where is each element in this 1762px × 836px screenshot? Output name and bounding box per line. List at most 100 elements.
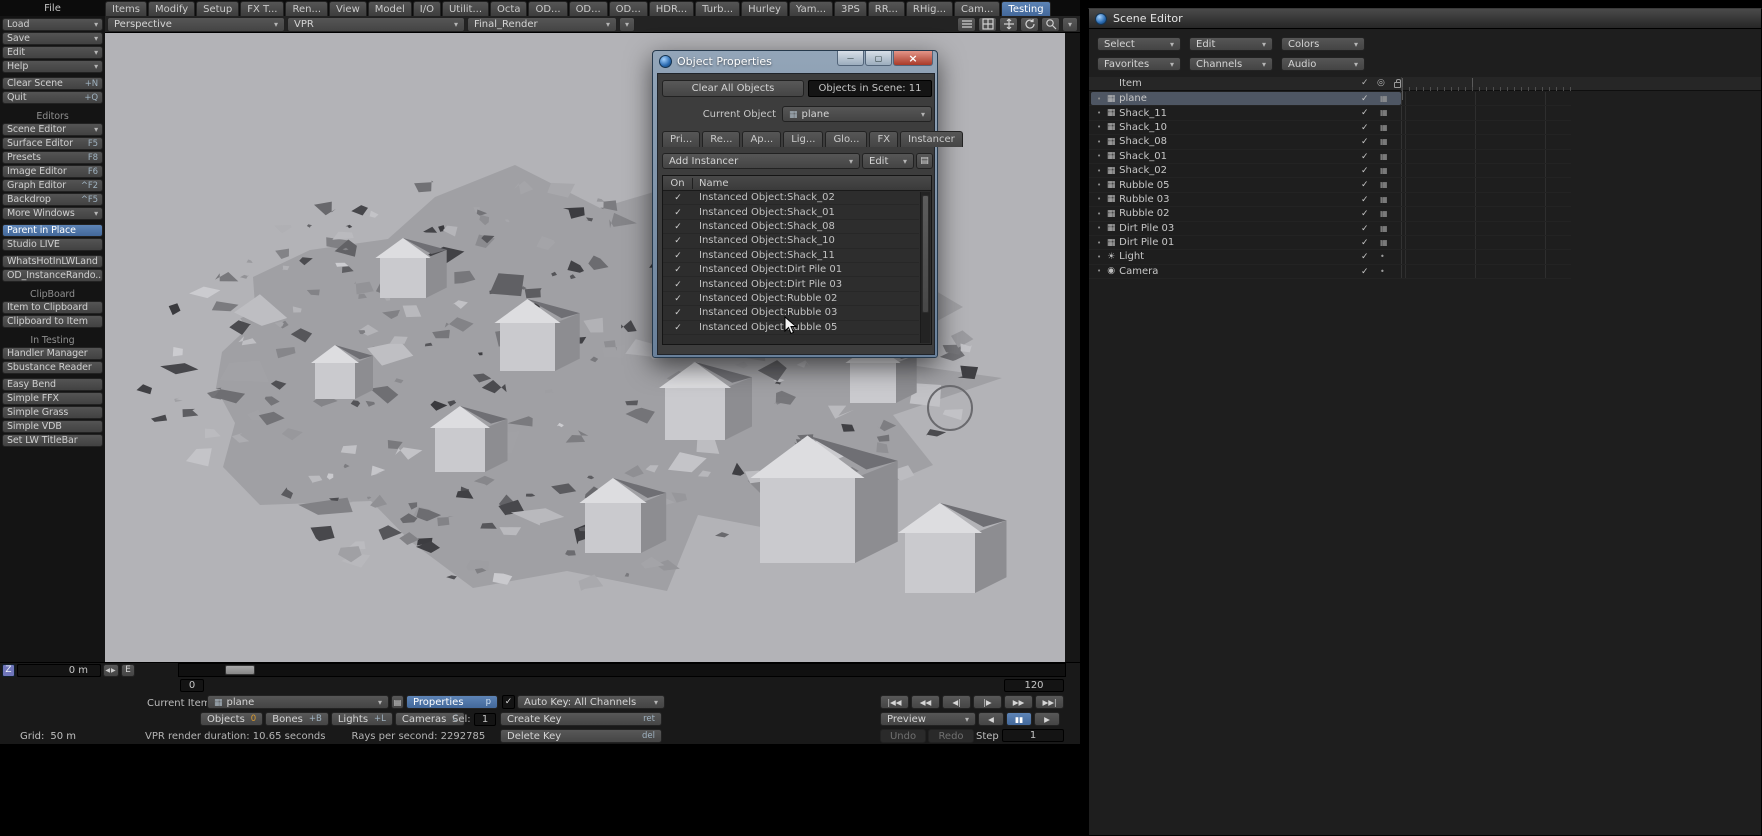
menu-tab[interactable]: Octa (490, 1, 528, 16)
scene-item-row[interactable]: • ▦ Rubble 05 ▦ (1089, 178, 1571, 193)
item-check-icon[interactable] (1361, 238, 1369, 248)
item-check-icon[interactable] (1361, 94, 1369, 104)
dialog-tab[interactable]: Ap... (742, 131, 782, 147)
enabled-check-icon[interactable] (663, 207, 693, 218)
previous-frame-button[interactable]: ◀| (942, 695, 971, 709)
sidebar-item[interactable]: Surface Editor F5 (2, 137, 103, 150)
sidebar-item[interactable]: Simple FFX (2, 392, 103, 405)
menu-tab[interactable]: Testing (1001, 1, 1051, 16)
item-timeline-cell[interactable] (1401, 106, 1571, 120)
enabled-check-icon[interactable] (663, 221, 693, 232)
expander-dot-icon[interactable]: • (1097, 167, 1101, 175)
enabled-check-icon[interactable] (663, 235, 693, 246)
item-check-icon[interactable] (1361, 108, 1369, 118)
frame-slider-track[interactable] (178, 663, 1066, 677)
sidebar-item[interactable]: Edit (2, 46, 103, 59)
scene-item-row[interactable]: • ▦ plane ▦ (1089, 92, 1571, 107)
menu-list-icon[interactable] (957, 16, 976, 32)
item-badge-icon[interactable]: ▦ (1380, 209, 1388, 218)
item-badge-icon[interactable]: ▦ (1380, 166, 1388, 175)
item-timeline-cell[interactable] (1401, 264, 1571, 279)
enabled-check-icon[interactable] (663, 264, 693, 275)
enabled-check-icon[interactable] (663, 322, 693, 333)
sidebar-item[interactable]: Help (2, 60, 103, 73)
view-mode-dropdown[interactable]: Perspective (107, 16, 285, 32)
item-check-icon[interactable] (1361, 152, 1369, 162)
menu-tab[interactable]: FX T... (240, 1, 285, 16)
expander-dot-icon[interactable]: • (1097, 138, 1101, 146)
menu-tab[interactable]: Model (367, 1, 412, 16)
menu-tab[interactable]: Cam... (954, 1, 1001, 16)
menu-tab[interactable]: OD... (568, 1, 608, 16)
render-target-dropdown[interactable]: Final_Render (467, 16, 617, 32)
item-timeline-cell[interactable] (1401, 149, 1571, 163)
expander-dot-icon[interactable]: • (1097, 267, 1101, 275)
dialog-title-bar[interactable]: Object Properties (653, 51, 937, 73)
sidebar-item[interactable]: Quit +Q (2, 91, 103, 104)
item-timeline-cell[interactable] (1401, 250, 1571, 264)
dialog-tab[interactable]: Pri... (662, 131, 701, 147)
sidebar-item[interactable]: Graph Editor ^F2 (2, 179, 103, 192)
scrollbar[interactable] (920, 192, 930, 343)
step-value-field[interactable]: 1 (1002, 729, 1064, 742)
item-badge-icon[interactable]: • (1380, 252, 1385, 261)
dialog-tab[interactable]: Glo... (825, 131, 868, 147)
instancer-row[interactable]: Instanced Object:Rubble 05 (663, 321, 919, 335)
auto-key-checkbox[interactable] (502, 695, 515, 709)
instancer-row[interactable]: Instanced Object:Shack_08 (663, 220, 919, 235)
envelope-button[interactable]: E (121, 663, 135, 677)
previous-keyframe-button[interactable]: ◀◀ (911, 695, 940, 709)
dialog-tab[interactable]: Lig... (783, 131, 824, 147)
sidebar-item[interactable]: OD_InstanceRando... (2, 269, 103, 282)
next-keyframe-button[interactable]: ▶▶ (1004, 695, 1033, 709)
pause-button[interactable]: ▮▮ (1006, 712, 1032, 726)
close-icon[interactable] (893, 51, 933, 66)
item-badge-icon[interactable]: ▦ (1380, 137, 1388, 146)
scene-item-row[interactable]: • ▦ Shack_11 ▦ (1089, 106, 1571, 121)
item-badge-icon[interactable]: ▦ (1380, 180, 1388, 189)
sidebar-item[interactable]: Clipboard to Item (2, 315, 103, 328)
sidebar-item[interactable]: Save (2, 32, 103, 45)
expander-dot-icon[interactable]: • (1097, 253, 1101, 261)
auto-key-dropdown[interactable]: Auto Key: All Channels (517, 695, 665, 709)
expander-dot-icon[interactable]: • (1097, 224, 1101, 232)
menu-tab[interactable]: 3PS (834, 1, 867, 16)
instancer-row[interactable]: Instanced Object:Shack_01 (663, 205, 919, 220)
minimize-icon[interactable] (837, 51, 864, 66)
sidebar-item[interactable]: More Windows (2, 207, 103, 220)
item-check-icon[interactable] (1361, 137, 1369, 147)
dialog-tab[interactable]: Instancer (900, 131, 963, 147)
item-check-icon[interactable] (1361, 180, 1369, 190)
redo-button[interactable]: Redo (928, 729, 974, 743)
expander-dot-icon[interactable]: • (1097, 123, 1101, 131)
move-cross-icon[interactable] (999, 16, 1018, 32)
scene-item-row[interactable]: • ▦ Dirt Pile 03 ▦ (1089, 221, 1571, 236)
dialog-tab[interactable]: Re... (702, 131, 741, 147)
scene-item-row[interactable]: • ▦ Rubble 02 ▦ (1089, 207, 1571, 222)
item-check-icon[interactable] (1361, 224, 1369, 234)
item-check-icon[interactable] (1361, 267, 1369, 277)
scene-item-row[interactable]: • ▦ Shack_08 ▦ (1089, 135, 1571, 150)
dialog-tab[interactable]: FX (869, 131, 899, 147)
scene-editor-menu-dropdown[interactable]: Audio (1281, 57, 1365, 71)
instancer-row[interactable]: Instanced Object:Shack_10 (663, 234, 919, 249)
item-badge-icon[interactable]: ▦ (1380, 123, 1388, 132)
undo-button[interactable]: Undo (880, 729, 926, 743)
instancer-edit-dropdown[interactable]: Edit (862, 153, 914, 169)
sidebar-item[interactable]: Presets F8 (2, 151, 103, 164)
scene-editor-menu-dropdown[interactable]: Favorites (1097, 57, 1181, 71)
expander-dot-icon[interactable]: • (1097, 181, 1101, 189)
start-frame-field[interactable]: 0 (180, 679, 204, 692)
item-timeline-cell[interactable] (1401, 221, 1571, 235)
instancer-row[interactable]: Instanced Object:Rubble 02 (663, 292, 919, 307)
item-timeline-cell[interactable] (1401, 120, 1571, 135)
menu-tab[interactable]: RHig... (905, 1, 954, 16)
scene-item-row[interactable]: • ▦ Shack_02 ▦ (1089, 163, 1571, 179)
scene-item-row[interactable]: • ◉ Camera • (1089, 264, 1571, 280)
create-key-button[interactable]: Create Key ret (500, 712, 662, 726)
play-forward-button[interactable]: ▶ (1034, 712, 1060, 726)
sidebar-item[interactable]: Simple VDB (2, 420, 103, 433)
toolbar-more-dropdown[interactable] (1062, 16, 1078, 32)
sidebar-item[interactable]: Scene Editor (2, 123, 103, 136)
sidebar-item[interactable]: Image Editor F6 (2, 165, 103, 178)
